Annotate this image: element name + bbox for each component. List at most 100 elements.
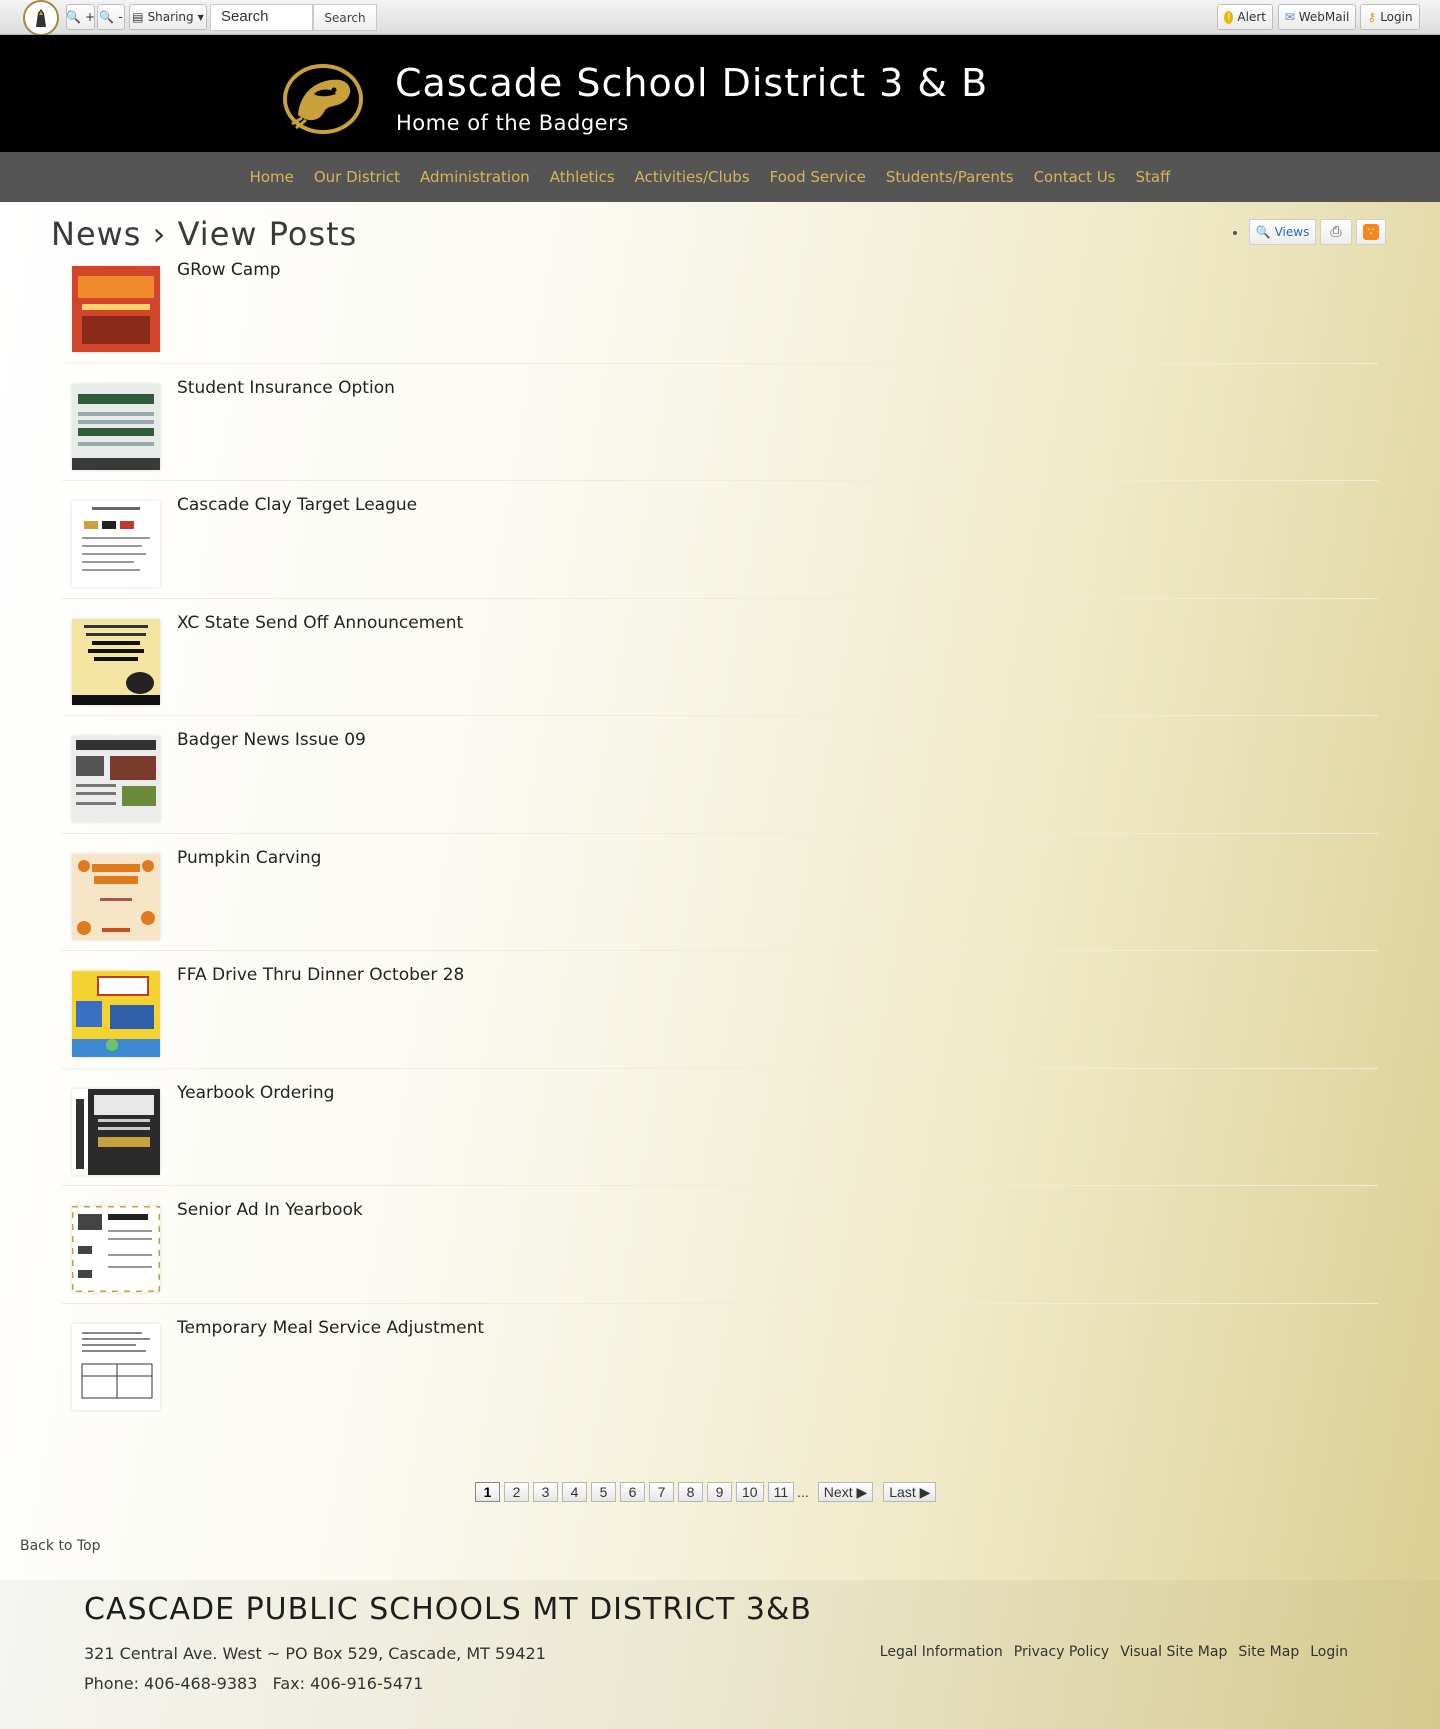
alert-icon: ! [1224, 10, 1234, 24]
post-title[interactable]: Student Insurance Option [177, 378, 395, 398]
page-link-8[interactable]: 8 [678, 1482, 703, 1502]
list-item: Temporary Meal Service Adjustment [62, 1304, 1378, 1422]
footer-link-login[interactable]: Login [1310, 1644, 1348, 1660]
next-page-button[interactable]: Next ▶ [817, 1482, 874, 1502]
post-title[interactable]: Cascade Clay Target League [177, 495, 417, 515]
search-input[interactable]: Search [210, 4, 313, 31]
site-subtitle: Home of the Badgers [396, 111, 629, 135]
zoom-in-label: + [84, 10, 96, 24]
search-button[interactable]: Search [313, 4, 377, 31]
alert-button[interactable]: ! Alert [1217, 4, 1273, 30]
post-title[interactable]: XC State Send Off Announcement [177, 613, 463, 633]
caret-down-icon: ▼ [197, 12, 204, 22]
share-icon: ▤ [132, 10, 144, 24]
badger-crest-icon[interactable] [280, 60, 366, 138]
bullet [1233, 231, 1237, 235]
post-thumbnail[interactable] [72, 1323, 160, 1410]
login-label: Login [1380, 10, 1413, 24]
page-link-4[interactable]: 4 [562, 1482, 587, 1502]
envelope-icon: ✉ [1284, 10, 1295, 24]
pagination-ellipsis: ... [797, 1484, 809, 1500]
list-item: Senior Ad In Yearbook [62, 1186, 1378, 1304]
footer-address: 321 Central Ave. West ~ PO Box 529, Casc… [84, 1644, 546, 1663]
sharing-label: Sharing [147, 10, 194, 24]
post-title[interactable]: FFA Drive Thru Dinner October 28 [177, 965, 464, 985]
back-to-top-link[interactable]: Back to Top [20, 1538, 101, 1554]
nav-item-contact-us[interactable]: Contact Us [1034, 168, 1116, 186]
nav-item-students-parents[interactable]: Students/Parents [886, 168, 1014, 186]
list-item: Student Insurance Option [62, 364, 1378, 481]
zoom-out-label: - [118, 10, 123, 24]
utility-bar: 🔍 + 🔍 - ▤ Sharing ▼ Search Search ! Aler… [0, 0, 1440, 36]
post-thumbnail[interactable] [72, 618, 160, 705]
post-thumbnail[interactable] [72, 266, 160, 352]
main-navigation: Home Our District Administration Athleti… [0, 152, 1440, 202]
last-page-button[interactable]: Last ▶ [883, 1482, 937, 1502]
footer-title: CASCADE PUBLIC SCHOOLS MT DISTRICT 3&B [84, 1592, 812, 1627]
nav-item-home[interactable]: Home [250, 168, 294, 186]
print-button[interactable]: ⎙ [1320, 219, 1352, 245]
webmail-button[interactable]: ✉ WebMail [1278, 4, 1356, 30]
webmail-label: WebMail [1298, 10, 1350, 24]
footer-link-site-map[interactable]: Site Map [1238, 1644, 1299, 1660]
page-link-2[interactable]: 2 [504, 1482, 529, 1502]
post-title[interactable]: GRow Camp [177, 260, 281, 280]
list-item: Yearbook Ordering [62, 1069, 1378, 1186]
zoom-out-button[interactable]: 🔍 - [97, 4, 125, 30]
footer-link-legal[interactable]: Legal Information [880, 1644, 1003, 1660]
nav-item-administration[interactable]: Administration [420, 168, 530, 186]
post-title[interactable]: Pumpkin Carving [177, 848, 321, 868]
nav-item-our-district[interactable]: Our District [314, 168, 400, 186]
footer-links: Legal Information Privacy Policy Visual … [880, 1644, 1348, 1660]
post-title[interactable]: Yearbook Ordering [177, 1083, 334, 1103]
views-button[interactable]: 🔍 Views [1249, 219, 1316, 245]
post-thumbnail[interactable] [72, 736, 160, 822]
site-footer: CASCADE PUBLIC SCHOOLS MT DISTRICT 3&B 3… [0, 1580, 1440, 1729]
page-link-9[interactable]: 9 [707, 1482, 732, 1502]
post-thumbnail[interactable] [72, 853, 160, 940]
page-link-11[interactable]: 11 [767, 1482, 795, 1502]
post-thumbnail[interactable] [72, 1088, 160, 1175]
post-thumbnail[interactable] [72, 501, 160, 587]
post-title[interactable]: Temporary Meal Service Adjustment [177, 1318, 484, 1338]
main-content: News › View Posts 🔍 Views ⎙ ∵ GRow Camp … [0, 202, 1440, 1580]
page-link-5[interactable]: 5 [591, 1482, 616, 1502]
post-list: GRow Camp Student Insurance Option Casca… [62, 246, 1378, 1421]
post-thumbnail[interactable] [72, 971, 160, 1057]
page-link-10[interactable]: 10 [736, 1482, 764, 1502]
post-thumbnail[interactable] [72, 383, 160, 470]
post-title[interactable]: Badger News Issue 09 [177, 730, 366, 750]
zoom-in-button[interactable]: 🔍 + [66, 4, 95, 30]
pagination: 1 2 3 4 5 6 7 8 9 10 11 ... Next ▶ Last … [475, 1482, 937, 1502]
list-item: Pumpkin Carving [62, 834, 1378, 951]
page-link-3[interactable]: 3 [533, 1482, 558, 1502]
post-thumbnail[interactable] [72, 1206, 160, 1292]
list-item: GRow Camp [62, 246, 1378, 364]
magnifier-icon: 🔍 [66, 10, 81, 24]
page-link-1[interactable]: 1 [475, 1482, 500, 1502]
list-item: XC State Send Off Announcement [62, 599, 1378, 716]
key-icon: ⚷ [1367, 10, 1377, 24]
nav-item-staff[interactable]: Staff [1136, 168, 1171, 186]
rss-icon: ∵ [1363, 224, 1379, 240]
page-link-6[interactable]: 6 [620, 1482, 645, 1502]
list-item: Cascade Clay Target League [62, 481, 1378, 599]
footer-link-visual-site-map[interactable]: Visual Site Map [1120, 1644, 1227, 1660]
views-label: Views [1274, 225, 1310, 239]
views-icon: 🔍 [1255, 225, 1271, 239]
nav-item-food-service[interactable]: Food Service [770, 168, 866, 186]
page-link-7[interactable]: 7 [649, 1482, 674, 1502]
post-title[interactable]: Senior Ad In Yearbook [177, 1200, 363, 1220]
list-item: FFA Drive Thru Dinner October 28 [62, 951, 1378, 1069]
alert-label: Alert [1237, 10, 1266, 24]
footer-link-privacy[interactable]: Privacy Policy [1014, 1644, 1109, 1660]
login-button[interactable]: ⚷ Login [1360, 4, 1420, 30]
footer-phone: Phone: 406-468-9383 Fax: 406-916-5471 [84, 1674, 424, 1693]
nav-item-activities-clubs[interactable]: Activities/Clubs [635, 168, 750, 186]
rss-button[interactable]: ∵ [1356, 219, 1386, 245]
sharing-button[interactable]: ▤ Sharing ▼ [129, 4, 207, 30]
district-logo-icon[interactable] [23, 0, 59, 36]
nav-item-athletics[interactable]: Athletics [550, 168, 615, 186]
site-title[interactable]: Cascade School District 3 & B [395, 61, 988, 105]
magnifier-icon: 🔍 [99, 10, 115, 24]
